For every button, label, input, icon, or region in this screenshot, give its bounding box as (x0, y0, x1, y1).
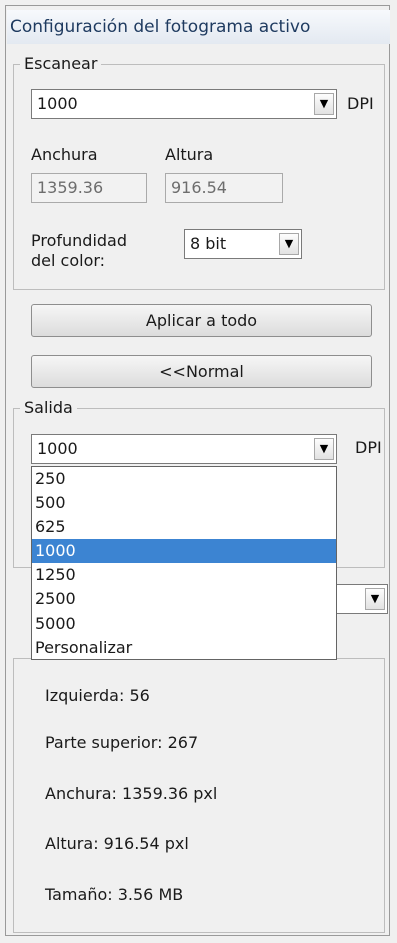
normal-button[interactable]: <<Normal (31, 355, 372, 388)
dpi-option-selected[interactable]: 1000 (32, 539, 336, 564)
scan-height-field: 916.54 (165, 173, 283, 203)
chevron-down-icon[interactable]: ▼ (314, 438, 334, 460)
chevron-down-icon[interactable]: ▼ (314, 93, 334, 115)
scan-dpi-value: 1000 (37, 94, 78, 113)
info-size: Tamaño: 3.56 MB (45, 885, 184, 904)
scan-width-field: 1359.36 (31, 173, 147, 203)
output-group-label: Salida (20, 397, 77, 419)
color-depth-label-line1: Profundidad (31, 231, 128, 250)
scan-dpi-select[interactable]: 1000 ▼ (31, 89, 337, 119)
dpi-option-custom[interactable]: Personalizar (32, 636, 336, 660)
dpi-option[interactable]: 250 (32, 467, 336, 491)
dpi-option[interactable]: 5000 (32, 612, 336, 636)
apply-all-button[interactable]: Aplicar a todo (31, 304, 372, 337)
info-height: Altura: 916.54 pxl (45, 834, 189, 853)
dpi-option[interactable]: 2500 (32, 587, 336, 611)
chevron-down-icon[interactable]: ▼ (279, 233, 299, 255)
dpi-option[interactable]: 625 (32, 515, 336, 539)
chevron-down-icon[interactable]: ▼ (365, 588, 385, 610)
color-depth-value: 8 bit (190, 234, 227, 253)
color-depth-label-line2: del color: (31, 251, 106, 270)
scan-dpi-unit: DPI (347, 94, 374, 113)
output-dpi-dropdown-list[interactable]: 250 500 625 1000 1250 2500 5000 Personal… (31, 466, 337, 660)
info-top: Parte superior: 267 (45, 733, 199, 752)
scan-width-label: Anchura (31, 145, 98, 164)
info-left: Izquierda: 56 (45, 686, 150, 705)
output-dpi-value: 1000 (37, 439, 78, 458)
dpi-option[interactable]: 1250 (32, 563, 336, 587)
dpi-option[interactable]: 500 (32, 491, 336, 515)
panel-title: Configuración del fotograma activo (7, 10, 390, 44)
color-depth-select[interactable]: 8 bit ▼ (184, 229, 302, 259)
scan-height-label: Altura (165, 145, 214, 164)
scan-group-label: Escanear (20, 53, 102, 75)
output-dpi-unit: DPI (355, 438, 382, 457)
output-dpi-select[interactable]: 1000 ▼ (31, 434, 337, 464)
info-width: Anchura: 1359.36 pxl (45, 784, 218, 803)
